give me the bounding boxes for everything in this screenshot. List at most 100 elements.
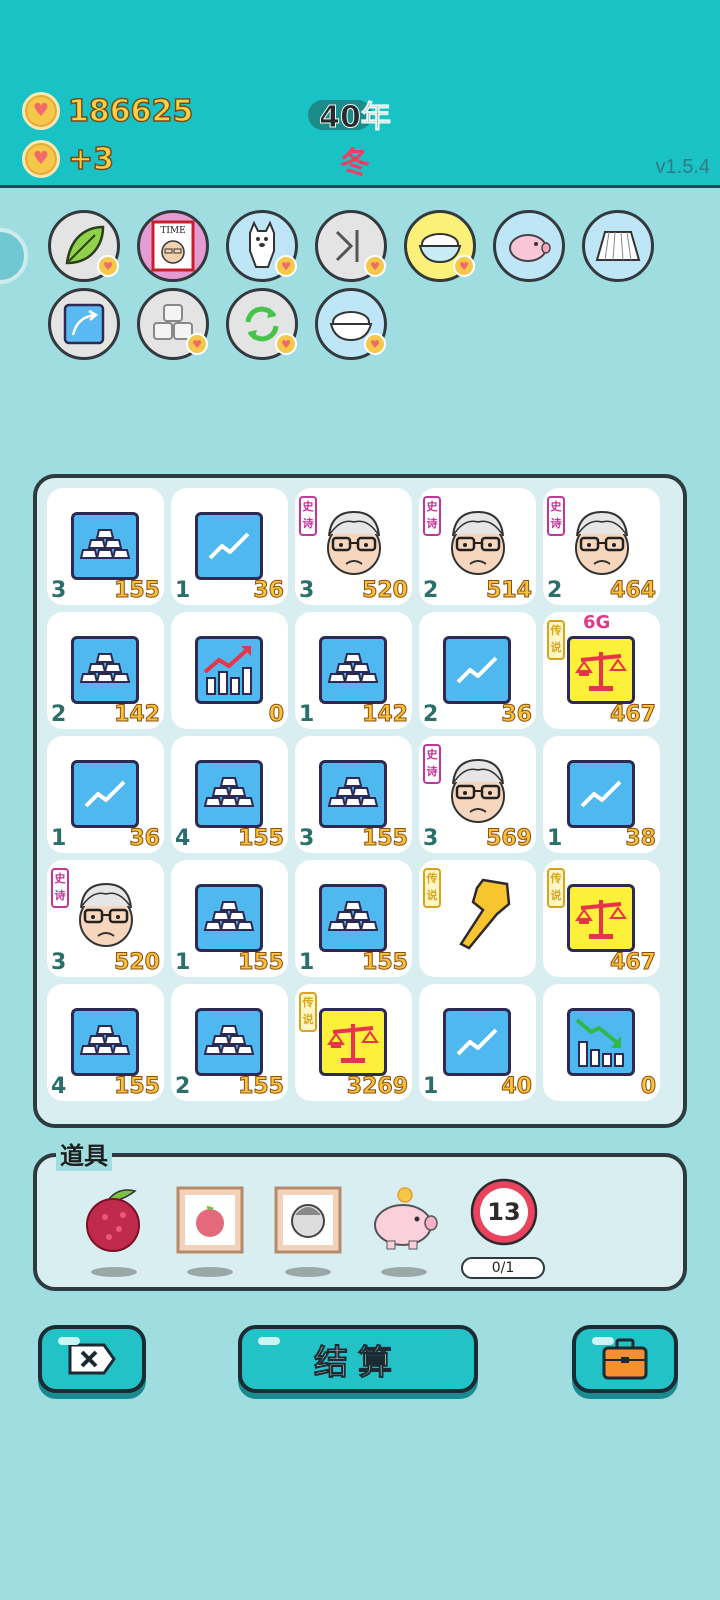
arrow-up-icon <box>63 303 105 345</box>
tile-level: 3 <box>51 578 67 603</box>
coin-rate: ♥ +3 <box>22 140 115 178</box>
item-lychee-frame[interactable] <box>175 1185 245 1277</box>
item-lychee[interactable] <box>79 1185 149 1277</box>
button-gloss <box>58 1337 80 1345</box>
trend-up-icon <box>443 1008 511 1076</box>
board-tile[interactable]: 2 155 <box>171 984 288 1101</box>
gold-bars-icon <box>319 760 387 828</box>
old-man-face-icon <box>569 508 635 578</box>
items-title: 道具 <box>56 1136 112 1171</box>
item-piggy-bank[interactable] <box>369 1185 439 1277</box>
tile-value: 142 <box>362 702 409 728</box>
board-tile[interactable]: 1 36 <box>47 736 164 853</box>
board-tile[interactable]: 1 155 <box>171 860 288 977</box>
item-shadow <box>381 1267 427 1277</box>
tile-level: 4 <box>175 826 191 851</box>
board-tile[interactable]: 传说 6G 467 <box>543 612 660 729</box>
rarity-tag: 传说 <box>547 868 565 908</box>
heart-badge-icon: ♥ <box>364 255 386 277</box>
board-tile[interactable]: 史诗 3 520 <box>295 488 412 605</box>
board-tile[interactable]: 1 40 <box>419 984 536 1101</box>
board-tile[interactable]: 史诗 2 514 <box>419 488 536 605</box>
heart-badge-icon: ♥ <box>364 333 386 355</box>
tile-level: 1 <box>299 702 315 727</box>
skirt-icon <box>595 231 641 261</box>
tile-level: 2 <box>423 578 439 603</box>
trend-up-icon <box>567 760 635 828</box>
tile-value: 38 <box>625 826 657 852</box>
heart-badge-icon: ♥ <box>186 333 208 355</box>
tile-level: 1 <box>423 1074 439 1099</box>
bag-button[interactable] <box>572 1325 678 1393</box>
board-tile[interactable]: 史诗 3 520 <box>47 860 164 977</box>
board-tile[interactable]: 史诗 2 464 <box>543 488 660 605</box>
board-tile[interactable]: 1 38 <box>543 736 660 853</box>
skill-leaf[interactable]: ♥ <box>48 210 120 282</box>
gold-bars-icon <box>195 1008 263 1076</box>
skill-dog[interactable]: ♥ <box>226 210 298 282</box>
board-tile[interactable]: 史诗 3 569 <box>419 736 536 853</box>
board-tile[interactable]: 传说 3269 <box>295 984 412 1101</box>
tile-value: 0 <box>268 702 284 728</box>
tile-level: 1 <box>547 826 563 851</box>
side-tab[interactable] <box>0 228 28 284</box>
tile-level: 2 <box>51 702 67 727</box>
trend-up-icon <box>443 636 511 704</box>
framed-portrait-icon <box>274 1186 342 1254</box>
settle-button[interactable]: 结算 <box>238 1325 478 1393</box>
item-portrait-frame[interactable] <box>273 1185 343 1277</box>
skill-up-arrow[interactable] <box>48 288 120 360</box>
exit-button[interactable] <box>38 1325 146 1393</box>
tile-level: 1 <box>51 826 67 851</box>
rarity-tag: 传说 <box>423 868 441 908</box>
board-tile[interactable]: 3 155 <box>295 736 412 853</box>
old-man-face-icon <box>73 880 139 950</box>
chart-down-icon <box>567 1008 635 1076</box>
skill-rice-bowl-gold[interactable]: ♥ <box>404 210 476 282</box>
coin-count: 186625 <box>67 93 194 130</box>
board-tile[interactable]: 0 <box>543 984 660 1101</box>
gold-bars-icon <box>71 636 139 704</box>
tile-value: 514 <box>486 578 533 604</box>
board-tile[interactable]: 3 155 <box>47 488 164 605</box>
skill-refresh[interactable]: ♥ <box>226 288 298 360</box>
old-man-face-icon <box>445 756 511 826</box>
tile-value: 155 <box>362 826 409 852</box>
board-tile[interactable]: 2 36 <box>419 612 536 729</box>
item-shadow <box>91 1267 137 1277</box>
skill-rice-bowl-blue[interactable]: ♥ <box>315 288 387 360</box>
board-tile[interactable]: 2 142 <box>47 612 164 729</box>
tile-value: 467 <box>610 702 657 728</box>
target-icon: 13 <box>470 1178 538 1246</box>
item-shadow <box>285 1267 331 1277</box>
skill-time-magazine[interactable]: TIME <box>137 210 209 282</box>
balance-scale-icon <box>567 636 635 704</box>
items-panel: 13 0/1 <box>33 1153 687 1291</box>
rarity-tag: 史诗 <box>547 496 565 536</box>
skill-blocks[interactable]: ♥ <box>137 288 209 360</box>
skill-skirt[interactable] <box>582 210 654 282</box>
close-icon <box>68 1343 116 1375</box>
board-tile[interactable]: 4 155 <box>47 984 164 1101</box>
item-target-counter[interactable]: 13 <box>469 1177 539 1247</box>
board-tile[interactable]: 1 36 <box>171 488 288 605</box>
skill-piggy[interactable] <box>493 210 565 282</box>
tile-value: 155 <box>238 950 285 976</box>
board-tile[interactable]: 传说 <box>419 860 536 977</box>
heart-badge-icon: ♥ <box>453 255 475 277</box>
tile-level: 1 <box>299 950 315 975</box>
lychee-icon <box>86 1189 140 1252</box>
button-gloss <box>258 1337 280 1345</box>
board-tile[interactable]: 4 155 <box>171 736 288 853</box>
board-tile[interactable]: 1 142 <box>295 612 412 729</box>
tile-level: 2 <box>547 578 563 603</box>
rarity-tag: 史诗 <box>51 868 69 908</box>
board-tile[interactable]: 传说 467 <box>543 860 660 977</box>
coin-rate-value: +3 <box>67 141 115 178</box>
tile-value: 520 <box>362 578 409 604</box>
board-tile[interactable]: 0 <box>171 612 288 729</box>
board-tile[interactable]: 1 155 <box>295 860 412 977</box>
svg-text:TIME: TIME <box>160 226 185 236</box>
tile-level: 3 <box>51 950 67 975</box>
skill-skip[interactable]: ♥ <box>315 210 387 282</box>
